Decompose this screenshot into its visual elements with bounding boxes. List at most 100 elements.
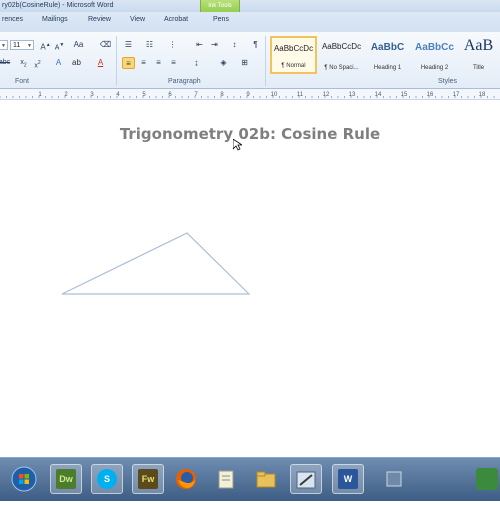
multilevel-list-icon[interactable]: ⋮ [166, 39, 179, 51]
window-title: ry02b(CosineRule) - Microsoft Word [2, 2, 114, 9]
align-center-button[interactable]: ≡ [137, 57, 150, 69]
shading-icon[interactable]: ◈ [217, 57, 230, 69]
ruler-number: 14 [375, 92, 382, 98]
style-sample: AaBbC [370, 42, 405, 53]
start-button[interactable] [8, 464, 40, 494]
tab-references[interactable]: rences [2, 16, 23, 23]
ruler-number: 10 [271, 92, 278, 98]
group-separator [116, 36, 117, 86]
style-no-spacing[interactable]: AaBbCcDc ¶ No Spaci... [318, 36, 365, 74]
style-title[interactable]: AaB Title [457, 36, 500, 74]
font-group-label: Font [15, 78, 30, 85]
windows-logo-icon [11, 466, 37, 492]
superscript-button[interactable]: x2 [31, 57, 44, 69]
folder-icon [256, 471, 276, 488]
change-case-button[interactable]: Aa [72, 39, 85, 51]
styles-group-label: Styles [438, 78, 458, 85]
chevron-down-icon: ▼ [1, 43, 6, 49]
ruler-number: 4 [116, 92, 120, 98]
taskbar-firefox[interactable] [170, 464, 202, 494]
font-size-value: 11 [13, 42, 21, 49]
taskbar-dreamweaver[interactable]: Dw [50, 464, 82, 494]
triangle-shape[interactable] [61, 232, 251, 295]
taskbar-notes[interactable] [210, 464, 242, 494]
sort-icon[interactable]: ↕ [228, 39, 241, 51]
firefox-icon [176, 469, 196, 489]
ruler-number: 6 [168, 92, 172, 98]
dreamweaver-icon: Dw [56, 469, 76, 490]
ruler-scale: 1 2 3 4 5 6 7 8 9 10 11 12 13 14 15 16 17 18 [0, 92, 495, 98]
style-sample: AaBbCc [415, 42, 454, 53]
clear-format-icon[interactable]: ⌫ [99, 39, 112, 51]
line-spacing-icon[interactable]: ↨ [190, 57, 203, 69]
font-name-combo[interactable]: ▼ [0, 40, 8, 50]
ruler-number: 16 [427, 92, 434, 98]
ribbon-tabs: rences Mailings Review View Acrobat Pens [0, 12, 500, 33]
tab-review[interactable]: Review [88, 16, 111, 23]
bullets-icon[interactable]: ☰ [122, 39, 135, 51]
font-color-button[interactable]: A [94, 57, 107, 69]
numbering-icon[interactable]: ☷ [143, 39, 156, 51]
ruler-number: 9 [246, 92, 250, 98]
tab-view[interactable]: View [130, 16, 145, 23]
align-left-button[interactable]: ≡ [122, 57, 135, 69]
taskbar-fireworks[interactable]: Fw [132, 464, 164, 494]
subscript-button[interactable]: x2 [17, 57, 30, 69]
decrease-indent-icon[interactable]: ⇤ [193, 39, 206, 51]
ruler-number: 11 [297, 92, 304, 98]
taskbar-word[interactable]: W [332, 464, 364, 494]
style-name: Heading 1 [373, 65, 402, 71]
style-heading-1[interactable]: AaBbC Heading 1 [364, 36, 411, 74]
tab-pens[interactable]: Pens [213, 16, 229, 23]
font-size-combo[interactable]: 11 ▼ [10, 40, 34, 50]
notes-icon [218, 470, 234, 489]
ruler-number: 2 [64, 92, 68, 98]
taskbar-skype[interactable]: S [91, 464, 123, 494]
tab-mailings[interactable]: Mailings [42, 16, 68, 23]
taskbar: Dw S Fw W [0, 457, 500, 501]
paint-icon [296, 471, 316, 489]
taskbar-paint[interactable] [290, 464, 322, 494]
paragraph-group-label: Paragraph [168, 78, 201, 85]
increase-indent-icon[interactable]: ⇥ [208, 39, 221, 51]
strikethrough-button[interactable]: abc [0, 57, 11, 69]
style-name: ¶ No Spaci... [324, 65, 359, 71]
ruler-number: 13 [349, 92, 356, 98]
style-normal[interactable]: AaBbCcDc ¶ Normal [270, 36, 317, 74]
style-name: Heading 2 [420, 65, 449, 71]
document-page[interactable]: Trigonometry 02b: Cosine Rule [0, 100, 500, 457]
ruler-number: 7 [194, 92, 198, 98]
ruler-number: 8 [220, 92, 224, 98]
mouse-cursor-icon [233, 139, 242, 151]
word-icon: W [338, 469, 358, 490]
style-heading-2[interactable]: AaBbCc Heading 2 [411, 36, 458, 74]
app-icon [386, 471, 402, 487]
grow-font-button[interactable]: A▲ [39, 39, 52, 52]
ruler-number: 3 [90, 92, 94, 98]
show-marks-icon[interactable]: ¶ [249, 39, 262, 51]
title-bar: ry02b(CosineRule) - Microsoft Word [0, 0, 500, 12]
triangle-drawing[interactable] [0, 100, 500, 457]
text-effects-button[interactable]: A [52, 57, 65, 69]
justify-button[interactable]: ≡ [167, 57, 180, 69]
group-separator [265, 36, 266, 86]
horizontal-ruler[interactable]: 1 2 3 4 5 6 7 8 9 10 11 12 13 14 15 16 17 18 [0, 89, 500, 100]
taskbar-app[interactable] [378, 464, 410, 494]
style-name: Title [472, 65, 485, 71]
tab-acrobat[interactable]: Acrobat [164, 16, 188, 23]
align-right-button[interactable]: ≡ [152, 57, 165, 69]
ruler-number: 12 [323, 92, 330, 98]
ruler-number: 15 [401, 92, 408, 98]
tray-icon[interactable] [476, 468, 498, 490]
style-name: ¶ Normal [281, 63, 306, 69]
shrink-font-button[interactable]: A▼ [53, 39, 66, 51]
ruler-number: 17 [453, 92, 460, 98]
skype-icon: S [97, 469, 117, 490]
style-sample: AaB [463, 37, 494, 54]
ruler-number: 5 [142, 92, 146, 98]
ruler-number: 18 [479, 92, 486, 98]
taskbar-explorer[interactable] [250, 464, 282, 494]
borders-icon[interactable]: ⊞ [238, 57, 251, 69]
highlight-icon[interactable]: ab [70, 57, 83, 69]
ruler-number: 1 [38, 92, 42, 98]
